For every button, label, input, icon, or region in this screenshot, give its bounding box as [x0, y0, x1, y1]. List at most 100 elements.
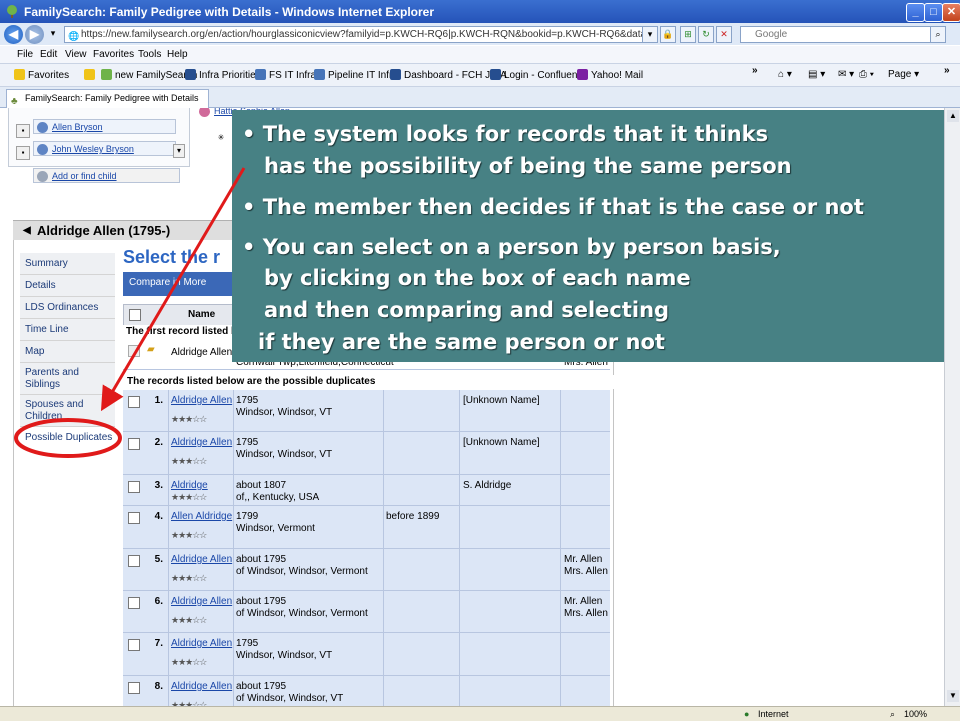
fav-new-familysearch[interactable]: new FamilySearch: [101, 69, 197, 81]
column-divider: [168, 475, 169, 505]
fav-pipeline-it-infra[interactable]: Pipeline IT Infra: [314, 69, 398, 81]
page-menu[interactable]: Page ▾: [888, 69, 919, 80]
scroll-up-icon[interactable]: ▲: [947, 110, 959, 122]
nav-lds-ordinances[interactable]: LDS Ordinances: [20, 297, 115, 319]
close-window-button[interactable]: ✕: [942, 3, 960, 22]
folder-icon: ▰: [147, 344, 155, 355]
child-allen-bryson[interactable]: Allen Bryson: [33, 119, 176, 134]
add-or-find-child-button[interactable]: Add or find child: [33, 168, 180, 183]
record-name-link[interactable]: Aldridge: [171, 480, 208, 491]
column-divider: [459, 506, 460, 548]
feeds-icon[interactable]: ▤ ▾: [808, 69, 825, 80]
tab-bar: ♣ FamilySearch: Family Pedigree with Det…: [0, 87, 960, 108]
refresh-icon[interactable]: ↻: [698, 26, 714, 43]
mail-icon[interactable]: ✉ ▾: [838, 69, 854, 80]
expand-icon[interactable]: ▪: [16, 146, 30, 160]
forward-button[interactable]: ▶: [25, 25, 44, 44]
browser-tab[interactable]: ♣ FamilySearch: Family Pedigree with Det…: [6, 89, 209, 108]
search-placeholder: Google: [755, 29, 788, 40]
column-divider: [383, 549, 384, 590]
compatibility-icon[interactable]: ⊞: [680, 26, 696, 43]
search-input[interactable]: Google: [740, 26, 942, 43]
more-favorites-icon[interactable]: »: [752, 65, 758, 76]
record-name-link[interactable]: Aldridge Allen: [171, 395, 232, 406]
maximize-button[interactable]: □: [924, 3, 943, 22]
row-number: 7.: [154, 638, 163, 649]
history-dropdown-icon[interactable]: ▾: [46, 26, 60, 41]
nav-time-line[interactable]: Time Line: [20, 319, 115, 341]
scroll-down-icon[interactable]: ▼: [947, 690, 959, 702]
nav-parents-siblings[interactable]: Parents and Siblings: [20, 363, 115, 395]
menu-favorites[interactable]: Favorites: [93, 49, 134, 60]
column-divider: [459, 633, 460, 675]
favorites-button[interactable]: Favorites: [14, 69, 69, 81]
child-john-wesley-bryson[interactable]: John Wesley Bryson: [33, 141, 176, 156]
column-divider: [560, 676, 561, 706]
record-name-link[interactable]: Aldridge Allen: [171, 638, 232, 649]
nav-map[interactable]: Map: [20, 341, 115, 363]
menu-tools[interactable]: Tools: [138, 49, 161, 60]
zoom-icon[interactable]: ⌕: [890, 709, 895, 720]
compare-button[interactable]: Compare in More Detail: [123, 272, 233, 310]
row-checkbox[interactable]: [128, 682, 140, 694]
duplicates-caption: The records listed below are the possibl…: [124, 375, 614, 389]
row-checkbox[interactable]: [128, 639, 140, 651]
record-name-link[interactable]: Allen Aldridge: [171, 511, 232, 522]
confidence-stars: ★★★☆☆: [171, 492, 207, 502]
zoom-level[interactable]: 100%: [904, 709, 927, 719]
table-row: 4. Allen Aldridge ★★★☆☆ 1799 Windsor, Vermon…: [123, 506, 610, 549]
fav-fs-it-infra[interactable]: FS IT Infra: [255, 69, 316, 81]
column-divider: [233, 475, 234, 505]
nav-possible-duplicates[interactable]: Possible Duplicates: [20, 427, 115, 448]
print-icon[interactable]: ⎙ ▾: [859, 69, 874, 80]
record-date: about 1795: [236, 596, 287, 607]
tree-expand-icon[interactable]: ✳: [215, 132, 227, 144]
back-button[interactable]: ◀: [4, 25, 23, 44]
row-checkbox[interactable]: [128, 512, 140, 524]
url-dropdown-icon[interactable]: ▾: [642, 26, 658, 43]
nav-details[interactable]: Details: [20, 275, 115, 297]
row-checkbox[interactable]: [128, 597, 140, 609]
record-name-link[interactable]: Aldridge Allen: [171, 596, 232, 607]
vertical-scrollbar[interactable]: ▲ ▼: [944, 108, 960, 706]
record-name-link[interactable]: Aldridge Allen: [171, 437, 232, 448]
menu-help[interactable]: Help: [167, 49, 188, 60]
stop-icon[interactable]: ✕: [716, 26, 732, 43]
column-divider: [560, 475, 561, 505]
row-checkbox[interactable]: [128, 396, 140, 408]
search-icon[interactable]: ⌕: [930, 26, 946, 43]
home-icon[interactable]: ⌂ ▾: [778, 69, 792, 80]
person-sidenav: Summary Details LDS Ordinances Time Line…: [20, 253, 115, 448]
record-name-link[interactable]: Aldridge Allen: [171, 681, 232, 692]
menu-file[interactable]: File: [17, 49, 33, 60]
column-divider: [459, 390, 460, 431]
record-date-2: before 1899: [386, 511, 440, 522]
column-divider: [233, 591, 234, 632]
fav-login-confluence[interactable]: Login - Confluence: [490, 69, 588, 81]
minimize-button[interactable]: _: [906, 3, 925, 22]
url-field[interactable]: 🌐 https://new.familysearch.org/en/action…: [64, 26, 654, 43]
collapse-arrow-icon[interactable]: ◀: [23, 221, 31, 241]
add-favorite-icon[interactable]: [84, 69, 98, 81]
nav-summary[interactable]: Summary: [20, 253, 115, 275]
column-divider: [383, 506, 384, 548]
row-checkbox[interactable]: [128, 438, 140, 450]
record-place: of Windsor, Windsor, VT: [236, 693, 344, 704]
column-divider: [383, 475, 384, 505]
menu-edit[interactable]: Edit: [40, 49, 57, 60]
column-divider: [383, 676, 384, 706]
row-checkbox[interactable]: [128, 481, 140, 493]
record-name-link[interactable]: Aldridge Allen: [171, 554, 232, 565]
row-checkbox[interactable]: [128, 555, 140, 567]
confluence-icon: [490, 69, 501, 80]
expand-icon[interactable]: ▪: [16, 124, 30, 138]
callout-bullet-2: • The member then decides if that is the…: [242, 195, 864, 219]
fav-infra-priorities[interactable]: Infra Priorities: [185, 69, 261, 81]
nav-spouses-children[interactable]: Spouses and Children: [20, 395, 115, 427]
scroll-down-icon[interactable]: ▾: [173, 144, 185, 158]
lock-icon[interactable]: 🔒: [660, 26, 676, 43]
menu-view[interactable]: View: [65, 49, 87, 60]
more-commands-icon[interactable]: »: [944, 65, 950, 76]
fav-yahoo-mail[interactable]: Yahoo! Mail: [577, 69, 643, 81]
select-all-checkbox[interactable]: [129, 309, 141, 321]
